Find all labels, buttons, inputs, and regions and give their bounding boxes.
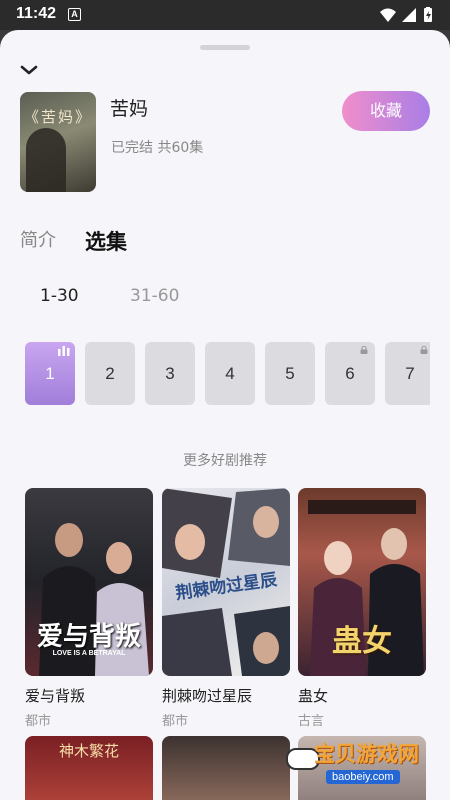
drama-genre: 古言: [298, 714, 325, 729]
episode-button[interactable]: 2: [85, 342, 135, 405]
playing-icon: [58, 346, 70, 356]
watermark-url: baobeiy.com: [326, 770, 400, 784]
drag-handle[interactable]: [200, 45, 250, 50]
episode-button[interactable]: 7: [385, 342, 430, 405]
battery-icon: [424, 7, 432, 22]
drama-status: 已完结 共60集: [111, 140, 204, 156]
recommend-card-partial[interactable]: [162, 736, 290, 800]
episode-button[interactable]: 3: [145, 342, 195, 405]
status-icons: [380, 7, 432, 22]
drama-name: 荆棘吻过星辰: [162, 687, 253, 705]
drama-name: 蛊女: [298, 687, 329, 705]
episode-sheet: 《苦妈》 苦妈 已完结 共60集 收藏 简介 选集 1-30 31-60 1 2…: [0, 30, 450, 800]
wifi-icon: [380, 8, 396, 22]
cover-subtitle: LOVE IS A BETRAYAL: [52, 650, 126, 657]
drama-cover[interactable]: 荆棘吻过星辰: [162, 488, 290, 676]
watermark-text: 宝贝游戏网: [314, 742, 419, 766]
favorite-button[interactable]: 收藏: [342, 91, 430, 131]
drama-genre: 都市: [25, 714, 52, 729]
drama-cover[interactable]: 爱与背叛 LOVE IS A BETRAYAL: [25, 488, 153, 676]
lock-icon: [360, 346, 368, 354]
recommend-card[interactable]: 蛊女 蛊女 古言: [298, 488, 426, 729]
cover-title: 蛊女: [332, 624, 392, 659]
episode-button[interactable]: 5: [265, 342, 315, 405]
status-time: 11:42: [16, 5, 57, 22]
tab-episodes[interactable]: 选集: [85, 226, 127, 256]
chevron-down-icon[interactable]: [18, 62, 40, 78]
episode-button[interactable]: 6: [325, 342, 375, 405]
episode-button[interactable]: 4: [205, 342, 255, 405]
cover-title: 爱与背叛: [36, 622, 141, 652]
recommend-heading: 更多好剧推荐: [183, 453, 267, 469]
recommend-card[interactable]: 爱与背叛 LOVE IS A BETRAYAL 爱与背叛 都市: [25, 488, 153, 729]
cover-title: 神木繁花: [58, 742, 119, 760]
notification-icon: A: [68, 8, 81, 21]
drama-name: 爱与背叛: [25, 687, 86, 705]
lock-icon: [420, 346, 428, 354]
drama-title: 苦妈: [110, 98, 149, 120]
recommend-card[interactable]: 荆棘吻过星辰 荆棘吻过星辰 都市: [162, 488, 290, 729]
watermark-logo: 宝贝游戏网 baobeiy.com: [286, 738, 436, 800]
tab-intro[interactable]: 简介: [20, 226, 56, 252]
episode-button[interactable]: 1: [25, 342, 75, 405]
drama-genre: 都市: [162, 714, 189, 729]
drama-poster: 《苦妈》: [20, 92, 96, 192]
episode-list: 1 2 3 4 5 6 7: [25, 342, 430, 405]
status-bar: 11:42 A: [0, 0, 450, 30]
poster-title: 《苦妈》: [23, 108, 92, 126]
recommend-card-partial[interactable]: 神木繁花: [25, 736, 153, 800]
range-31-60[interactable]: 31-60: [130, 286, 179, 306]
drama-cover[interactable]: 蛊女: [298, 488, 426, 676]
signal-icon: [402, 8, 416, 22]
range-1-30[interactable]: 1-30: [40, 286, 79, 306]
